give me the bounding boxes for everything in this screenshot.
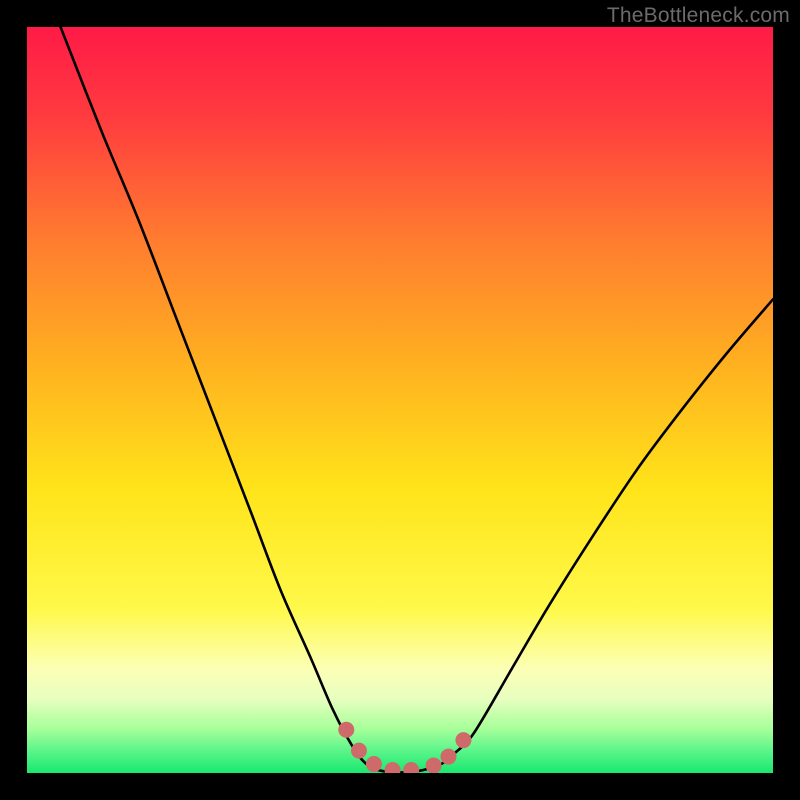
trough-marker	[366, 756, 382, 772]
watermark-text: TheBottleneck.com	[607, 4, 790, 28]
plot-area	[27, 27, 773, 773]
trough-marker	[426, 758, 442, 773]
trough-marker	[338, 722, 354, 738]
trough-marker	[440, 749, 456, 765]
gradient-background	[27, 27, 773, 773]
chart-svg	[27, 27, 773, 773]
chart-frame: TheBottleneck.com	[0, 0, 800, 800]
trough-marker	[455, 732, 471, 748]
trough-marker	[351, 743, 367, 759]
